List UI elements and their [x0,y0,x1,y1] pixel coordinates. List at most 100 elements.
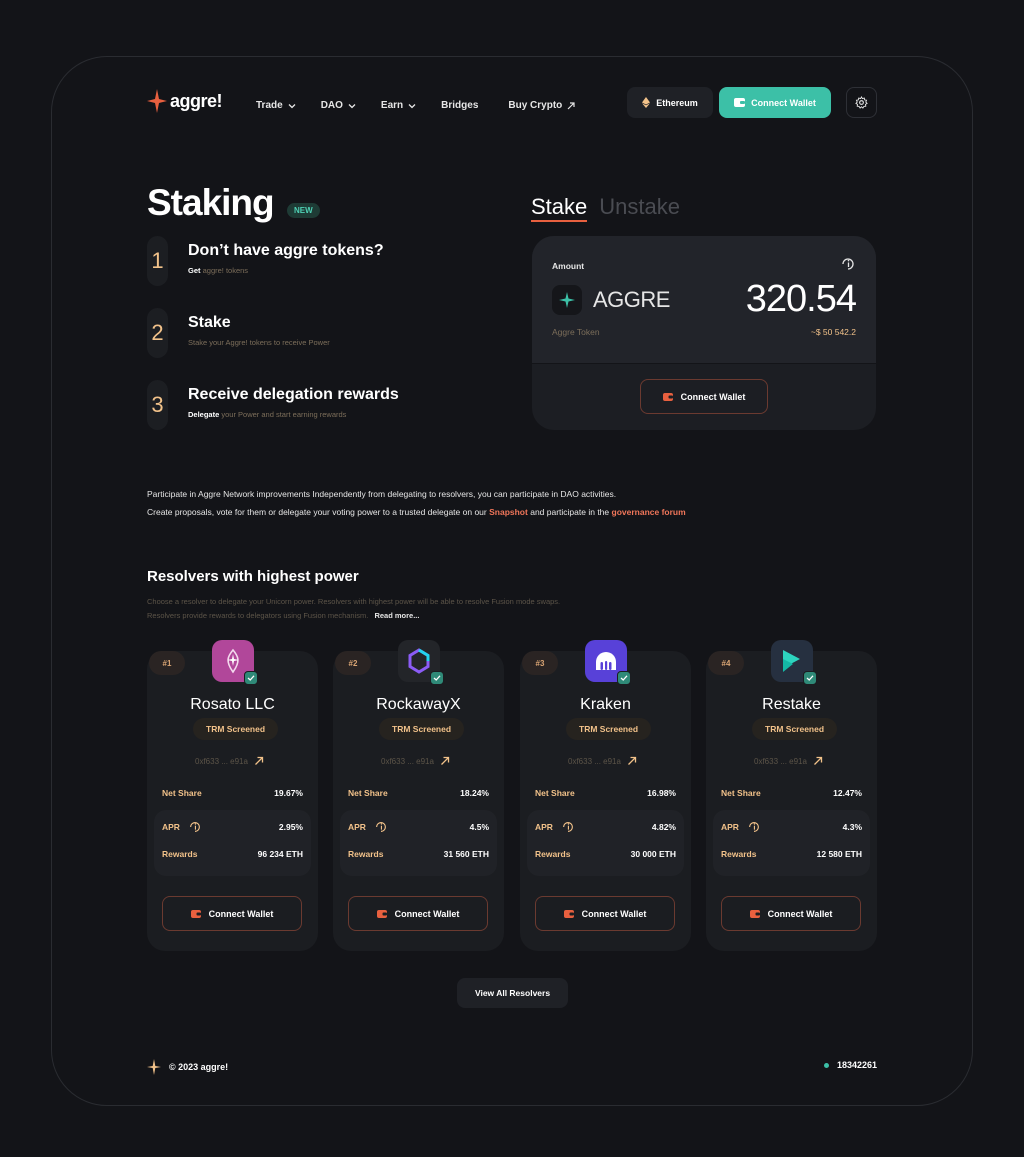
resolver-address-link[interactable]: 0xf633 ... e91a [381,756,450,766]
wallet-icon [376,909,387,918]
rewards-label: Rewards [721,849,757,859]
apr-row: APR 4.3% [721,820,862,834]
rewards-value: 30 000 ETH [630,849,676,859]
step-1: 1 Don’t have aggre tokens? Get aggre! to… [147,236,384,286]
tab-unstake[interactable]: Unstake [599,194,680,222]
view-all-resolvers-button[interactable]: View All Resolvers [457,978,568,1008]
apr-label-group: APR [721,820,761,834]
nav-buy-crypto-label: Buy Crypto [508,100,563,111]
resolver-name: Rosato LLC [190,696,275,713]
step-2: 2 Stake Stake your Aggre! tokens to rece… [147,308,330,358]
dao-info: Participate in Aggre Network improvement… [147,485,847,521]
resolver-address: 0xf633 ... e91a [195,756,248,766]
info-icon[interactable] [840,256,856,272]
dao-info-line-2: Create proposals, vote for them or deleg… [147,503,847,521]
resolver-rank-badge: #3 [522,651,558,675]
step-subtitle-text[interactable]: aggre! tokens [203,266,248,275]
trm-screened-label: TRM Screened [579,724,639,734]
chevron-down-icon [288,103,296,108]
apr-row: APR 2.95% [162,820,303,834]
net-share-row: Net Share 18.24% [348,788,489,798]
amount-input[interactable]: 320.54 [700,278,857,321]
block-number-value: 18342261 [837,1060,878,1070]
stake-connect-wallet-button[interactable]: Connect Wallet [640,379,768,414]
nav-trade-label: Trade [256,100,283,111]
connect-wallet-label: Connect Wallet [208,908,274,919]
connect-wallet-label: Connect Wallet [394,908,460,919]
net-share-label: Net Share [348,788,388,798]
read-more-link[interactable]: Read more... [374,611,419,620]
brand-logo[interactable]: aggre! [146,88,223,114]
tab-stake[interactable]: Stake [531,194,588,222]
wallet-icon [190,909,201,918]
nav-bridges[interactable]: Bridges [441,100,478,111]
nav-earn[interactable]: Earn [381,100,417,111]
main-nav: Trade DAO Earn Bridges Buy Crypto [256,100,576,111]
external-arrow-icon [813,756,823,765]
apr-label: APR [348,822,366,832]
token-full-name: Aggre Token [552,327,600,337]
nav-trade[interactable]: Trade [256,100,297,111]
nav-bridges-label: Bridges [441,100,479,111]
apr-label: APR [535,822,553,832]
settings-button[interactable] [846,87,877,118]
network-selector[interactable]: Ethereum [627,87,713,118]
resolver-rank: #4 [721,658,731,668]
resolver-name: RockawayX [376,696,461,713]
resolver-connect-wallet-button[interactable]: Connect Wallet [162,896,302,931]
net-share-label: Net Share [535,788,575,798]
nav-buy-crypto[interactable]: Buy Crypto [508,100,576,111]
chevron-down-icon [408,103,416,108]
resolver-connect-wallet-button[interactable]: Connect Wallet [721,896,861,931]
wallet-icon [734,98,746,107]
step-title: Don’t have aggre tokens? [188,242,384,259]
connect-wallet-label: Connect Wallet [680,391,746,402]
token-selector[interactable] [552,285,582,315]
net-share-value: 18.24% [460,788,489,798]
step-subtitle-bold[interactable]: Get [188,266,201,275]
wallet-icon [749,909,760,918]
resolvers-description: Choose a resolver to delegate your Unico… [147,595,747,623]
trm-screened-badge: TRM Screened [193,718,279,740]
step-number: 1 [147,236,168,286]
rewards-value: 96 234 ETH [257,849,303,859]
verified-check-icon [244,671,258,685]
resolver-rank: #2 [348,658,358,668]
step-number: 3 [147,380,168,430]
resolver-connect-wallet-button[interactable]: Connect Wallet [348,896,488,931]
info-icon[interactable] [374,820,388,834]
info-icon[interactable] [561,820,575,834]
info-icon[interactable] [747,820,761,834]
verified-check-icon [803,671,817,685]
resolver-name: Restake [762,696,821,713]
trm-screened-label: TRM Screened [206,724,266,734]
rewards-row: Rewards 30 000 ETH [535,849,676,859]
resolver-rank: #3 [535,658,545,668]
resolvers-desc-line-2: Resolvers provide rewards to delegators … [147,609,747,623]
resolvers-desc-line-1: Choose a resolver to delegate your Unico… [147,597,561,606]
step-subtitle-bold[interactable]: Delegate [188,410,219,419]
net-share-value: 19.67% [274,788,303,798]
info-icon[interactable] [188,820,202,834]
token-name[interactable]: AGGRE [593,287,670,313]
net-share-row: Net Share 19.67% [162,788,303,798]
resolver-connect-wallet-button[interactable]: Connect Wallet [535,896,675,931]
net-share-row: Net Share 16.98% [535,788,676,798]
rewards-row: Rewards 96 234 ETH [162,849,303,859]
block-number: 18342261 [824,1060,877,1070]
apr-label-group: APR [162,820,202,834]
dao-info-text: Create proposals, vote for them or deleg… [147,507,487,517]
resolver-address: 0xf633 ... e91a [568,756,621,766]
resolver-address-link[interactable]: 0xf633 ... e91a [754,756,823,766]
snapshot-link[interactable]: Snapshot [489,507,528,517]
trm-screened-label: TRM Screened [765,724,825,734]
apr-value: 4.5% [469,822,489,832]
connect-wallet-button[interactable]: Connect Wallet [719,87,831,118]
resolver-address-link[interactable]: 0xf633 ... e91a [195,756,264,766]
governance-forum-link[interactable]: governance forum [612,507,686,517]
step-subtitle: Stake your Aggre! tokens to receive Powe… [188,338,330,347]
resolver-name: Kraken [580,696,631,713]
resolvers-title: Resolvers with highest power [147,568,359,585]
nav-dao[interactable]: DAO [321,100,357,111]
resolver-address-link[interactable]: 0xf633 ... e91a [568,756,637,766]
